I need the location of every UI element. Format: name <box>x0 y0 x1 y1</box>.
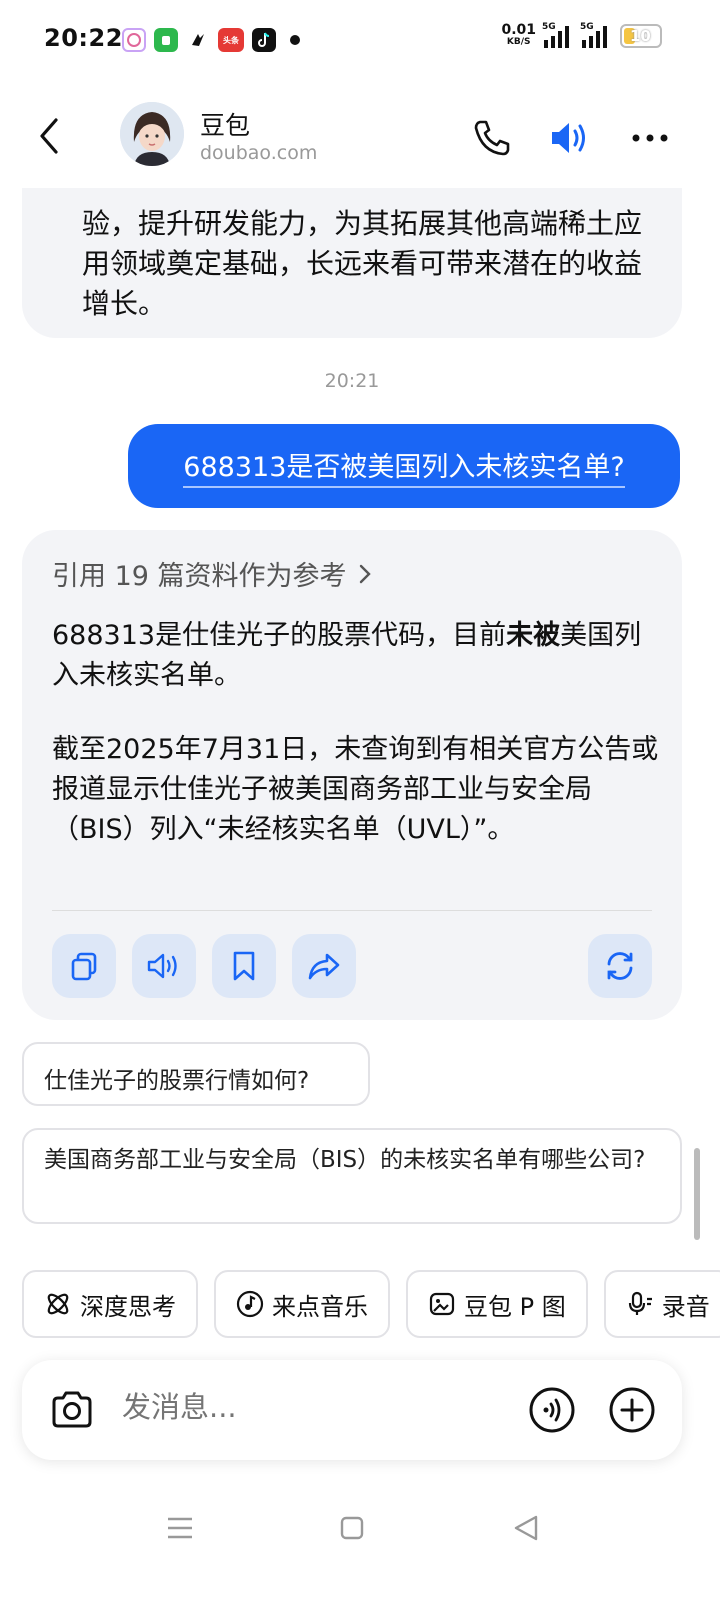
music-icon <box>236 1290 264 1318</box>
references-link[interactable]: 引用 19 篇资料作为参考 <box>52 554 373 593</box>
refresh-icon <box>607 952 633 980</box>
copy-icon <box>71 952 97 981</box>
chat-header: 豆包 doubao.com <box>0 88 720 188</box>
toutiao-icon: 头条 <box>218 28 244 52</box>
signal-1-icon: 5G <box>542 22 574 48</box>
app-icon-3 <box>186 28 210 52</box>
chip-music[interactable]: 来点音乐 <box>214 1270 390 1338</box>
voice-call-icon[interactable] <box>528 1386 576 1434</box>
scrollbar[interactable] <box>694 1148 700 1240</box>
answer-bold: 未被 <box>506 620 561 651</box>
home-icon[interactable] <box>334 1510 370 1546</box>
copy-button[interactable] <box>52 934 116 998</box>
suggestion-1[interactable]: 仕佳光子的股票行情如何? <box>22 1042 370 1106</box>
status-bar: 20:22 头条 0.01 KB/S 5G 5G 10 <box>0 0 720 80</box>
user-message-bubble[interactable]: 688313是否被美国列入未核实名单? <box>128 424 680 508</box>
speaker-outline-icon <box>147 953 177 979</box>
message-input[interactable] <box>122 1390 502 1424</box>
user-message-text: 688313是否被美国列入未核实名单? <box>183 445 625 488</box>
app-icon-1 <box>122 28 146 52</box>
avatar[interactable] <box>120 102 184 166</box>
status-app-icons: 头条 <box>122 28 300 52</box>
add-icon[interactable] <box>608 1386 656 1434</box>
answer-paragraph-2: 截至2025年7月31日，未查询到有相关官方公告或报道显示仕佳光子被美国商务部工… <box>52 734 659 845</box>
previous-answer-text: 验，提升研发能力，为其拓展其他高端稀土应用领域奠定基础，长远来看可带来潜在的收益… <box>82 207 643 320</box>
suggestion-2[interactable]: 美国商务部工业与安全局（BIS）的未核实名单有哪些公司? <box>22 1128 682 1224</box>
phone-icon[interactable] <box>470 116 514 160</box>
answer-card: 引用 19 篇资料作为参考 688313是仕佳光子的股票代码，目前未被美国列入未… <box>22 530 682 1020</box>
chat-area[interactable]: 验，提升研发能力，为其拓展其他高端稀土应用领域奠定基础，长远来看可带来潜在的收益… <box>0 188 720 1260</box>
camera-icon[interactable] <box>48 1386 96 1434</box>
signal-2-icon: 5G <box>580 22 612 48</box>
app-icon-2 <box>154 28 178 52</box>
read-aloud-button[interactable] <box>132 934 196 998</box>
status-time: 20:22 <box>44 24 123 52</box>
chip-deep-think[interactable]: 深度思考 <box>22 1270 198 1338</box>
speaker-icon[interactable] <box>548 116 592 160</box>
chevron-right-icon <box>359 564 371 583</box>
bookmark-button[interactable] <box>212 934 276 998</box>
bot-domain: doubao.com <box>200 142 318 164</box>
chip-photo-edit[interactable]: 豆包 P 图 <box>406 1270 588 1338</box>
net-speed: 0.01 KB/S <box>501 22 536 47</box>
image-edit-icon <box>429 1292 455 1316</box>
bot-name: 豆包 <box>200 111 251 140</box>
back-nav-icon[interactable] <box>508 1510 544 1546</box>
tiktok-icon <box>252 28 276 52</box>
menu-icon[interactable] <box>162 1510 198 1546</box>
chip-record[interactable]: 录音 <box>603 1270 720 1338</box>
back-icon[interactable] <box>34 116 64 156</box>
divider <box>52 910 652 911</box>
answer-paragraph-1: 688313是仕佳光子的股票代码，目前未被美国列入未核实名单。 <box>52 620 642 691</box>
share-button[interactable] <box>292 934 356 998</box>
bookmark-icon <box>233 951 255 981</box>
microphone-icon <box>628 1291 652 1315</box>
quick-chips: 深度思考 来点音乐 豆包 P 图 录音 <box>22 1270 720 1338</box>
timestamp: 20:21 <box>324 370 380 392</box>
regenerate-button[interactable] <box>588 934 652 998</box>
status-right: 0.01 KB/S 5G 5G 10 <box>501 22 662 48</box>
battery-icon: 10 <box>620 24 662 48</box>
share-icon <box>308 953 340 980</box>
previous-answer-bubble: 验，提升研发能力，为其拓展其他高端稀土应用领域奠定基础，长远来看可带来潜在的收益… <box>22 188 682 338</box>
notification-dot <box>290 35 300 45</box>
system-nav-bar <box>0 1490 720 1570</box>
more-icon[interactable] <box>628 116 672 160</box>
message-input-bar <box>22 1360 682 1460</box>
atom-icon <box>47 1293 69 1315</box>
